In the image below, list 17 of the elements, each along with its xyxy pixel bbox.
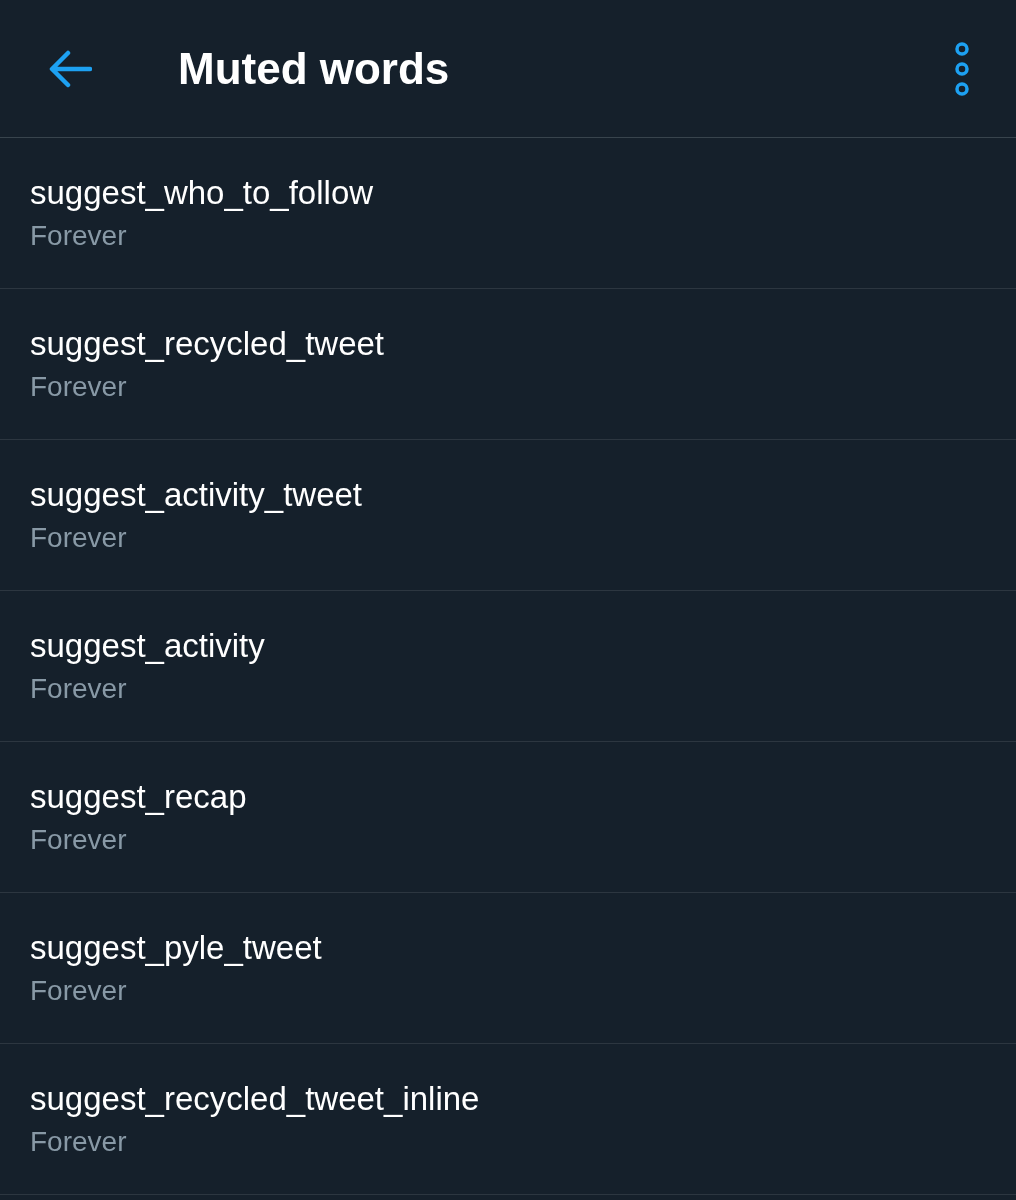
muted-word[interactable]: suggest_recycled_tweet_inline bbox=[30, 1078, 480, 1120]
muted-word[interactable]: suggest_activity bbox=[30, 625, 265, 667]
mute-duration: Forever bbox=[30, 370, 127, 404]
mute-duration: Forever bbox=[30, 521, 127, 555]
muted-word[interactable]: suggest_activity_tweet bbox=[30, 474, 362, 516]
mute-duration: Forever bbox=[30, 823, 127, 857]
muted-word[interactable]: suggest_recycled_tweet bbox=[30, 323, 385, 365]
mute-duration: Forever bbox=[30, 672, 127, 706]
muted-word[interactable]: suggest_recap bbox=[30, 776, 247, 818]
muted-word[interactable]: suggest_who_to_follow bbox=[30, 172, 374, 214]
muted-word[interactable]: suggest_pyle_tweet bbox=[30, 927, 322, 969]
page-title: Muted words bbox=[178, 43, 451, 94]
more-options-icon[interactable] bbox=[953, 41, 971, 96]
mute-duration: Forever bbox=[30, 1125, 127, 1159]
mute-duration: Forever bbox=[30, 219, 127, 253]
mute-duration: Forever bbox=[30, 974, 127, 1008]
back-arrow-icon[interactable] bbox=[48, 49, 92, 88]
